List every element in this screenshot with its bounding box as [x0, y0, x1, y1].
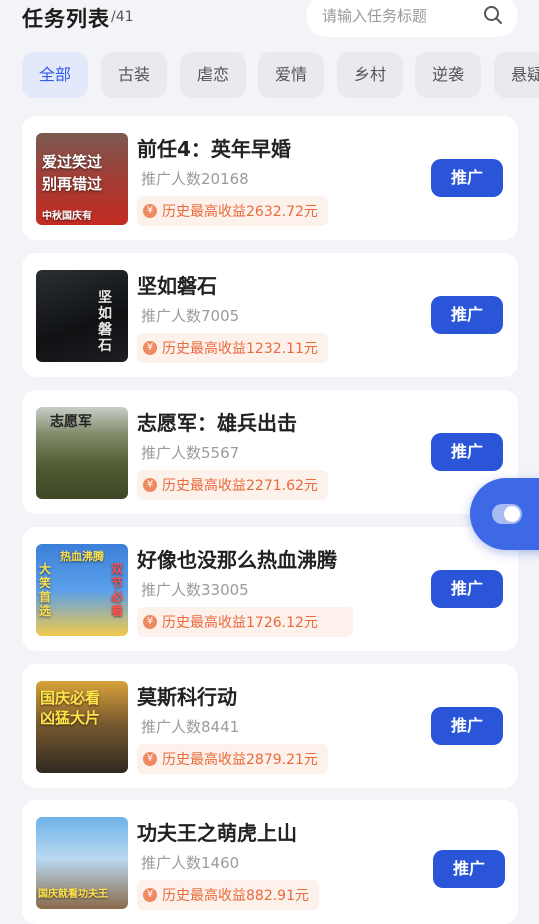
task-title: 志愿军：雄兵出击: [137, 411, 297, 435]
promoter-count: 推广人数8441: [141, 718, 240, 736]
tab-costume[interactable]: 古装: [101, 52, 167, 98]
toggle-icon: [492, 504, 522, 524]
task-card[interactable]: 国庆就看功夫王 功夫王之萌虎上山 推广人数1460 ¥ 历史最高收益882.91…: [22, 800, 518, 924]
earnings-badge: ¥ 历史最高收益1726.12元: [137, 607, 353, 637]
yen-icon: ¥: [143, 341, 157, 355]
tab-comeback[interactable]: 逆袭: [415, 52, 481, 98]
poster-text: 凶猛大片: [40, 709, 101, 727]
earnings-badge: ¥ 历史最高收益1232.11元: [137, 333, 328, 363]
header: 任务列表 /41 请输入任务标题: [0, 0, 539, 40]
task-card[interactable]: 志愿军 志愿军：雄兵出击 推广人数5567 ¥ 历史最高收益2271.62元 推…: [22, 390, 518, 514]
promoter-count: 推广人数7005: [141, 307, 240, 325]
category-tabs: 全部 古装 虐恋 爱情 乡村 逆袭 悬疑: [0, 52, 539, 98]
earnings-text: 历史最高收益1232.11元: [162, 341, 318, 357]
task-count: /41: [111, 9, 134, 25]
yen-icon: ¥: [143, 204, 157, 218]
promoter-count: 推广人数1460: [141, 854, 240, 872]
tab-all[interactable]: 全部: [22, 52, 88, 98]
earnings-text: 历史最高收益2271.62元: [162, 478, 318, 494]
toggle-knob: [504, 506, 520, 522]
task-card[interactable]: 坚如磐石 坚如磐石 推广人数7005 ¥ 历史最高收益1232.11元 推广: [22, 253, 518, 377]
tab-suspense[interactable]: 悬疑: [494, 52, 539, 98]
poster-text: 志愿军: [50, 414, 92, 430]
tab-romance[interactable]: 爱情: [258, 52, 324, 98]
yen-icon: ¥: [143, 478, 157, 492]
promoter-count: 推广人数33005: [141, 581, 249, 599]
task-title: 好像也没那么热血沸腾: [137, 548, 337, 572]
yen-icon: ¥: [143, 752, 157, 766]
page-title: 任务列表: [22, 7, 110, 31]
promoter-count: 推广人数5567: [141, 444, 240, 462]
task-title: 功夫王之萌虎上山: [137, 821, 297, 845]
poster-image: 坚如磐石: [36, 270, 128, 362]
promote-button[interactable]: 推广: [431, 433, 503, 471]
task-card[interactable]: 爱过笑过 别再错过 中秋国庆有 前任4：英年早婚 推广人数20168 ¥ 历史最…: [22, 116, 518, 240]
poster-text: 爱过笑过: [42, 153, 103, 171]
search-input[interactable]: 请输入任务标题: [322, 5, 427, 26]
task-title: 坚如磐石: [137, 274, 217, 298]
search-bar[interactable]: 请输入任务标题: [306, 0, 518, 37]
promote-button[interactable]: 推广: [431, 159, 503, 197]
yen-icon: ¥: [143, 615, 157, 629]
poster-text: 国庆必看: [40, 689, 101, 707]
tab-rural[interactable]: 乡村: [337, 52, 403, 98]
search-icon[interactable]: [483, 5, 503, 25]
earnings-badge: ¥ 历史最高收益2879.21元: [137, 744, 328, 774]
poster-image: 国庆必看 凶猛大片: [36, 681, 128, 773]
yen-icon: ¥: [143, 888, 157, 902]
tab-tragic-romance[interactable]: 虐恋: [180, 52, 246, 98]
poster-text: 大笑首选: [39, 562, 52, 618]
poster-image: 国庆就看功夫王: [36, 817, 128, 909]
earnings-text: 历史最高收益2632.72元: [162, 204, 318, 220]
promote-button[interactable]: 推广: [431, 570, 503, 608]
earnings-badge: ¥ 历史最高收益2271.62元: [137, 470, 328, 500]
task-title: 前任4：英年早婚: [137, 137, 291, 161]
poster-image: 爱过笑过 别再错过 中秋国庆有: [36, 133, 128, 225]
promote-button[interactable]: 推广: [433, 850, 505, 888]
task-card[interactable]: 国庆必看 凶猛大片 莫斯科行动 推广人数8441 ¥ 历史最高收益2879.21…: [22, 664, 518, 788]
poster-image: 热血沸腾 大笑首选 双节必看: [36, 544, 128, 636]
earnings-text: 历史最高收益882.91元: [162, 888, 309, 904]
poster-text: 热血沸腾: [60, 550, 104, 563]
poster-text: 坚如磐石: [98, 290, 112, 354]
poster-text: 国庆就看功夫王: [38, 889, 108, 900]
task-title: 莫斯科行动: [137, 685, 237, 709]
poster-text: 别再错过: [42, 175, 103, 193]
earnings-badge: ¥ 历史最高收益882.91元: [137, 880, 319, 910]
poster-text: 双节必看: [111, 562, 124, 618]
earnings-badge: ¥ 历史最高收益2632.72元: [137, 196, 328, 226]
promoter-count: 推广人数20168: [141, 170, 249, 188]
poster-text: 中秋国庆有: [42, 211, 92, 222]
floating-toggle-button[interactable]: [470, 478, 539, 550]
earnings-text: 历史最高收益1726.12元: [162, 615, 318, 631]
poster-image: 志愿军: [36, 407, 128, 499]
promote-button[interactable]: 推广: [431, 707, 503, 745]
task-card[interactable]: 热血沸腾 大笑首选 双节必看 好像也没那么热血沸腾 推广人数33005 ¥ 历史…: [22, 527, 518, 651]
promote-button[interactable]: 推广: [431, 296, 503, 334]
earnings-text: 历史最高收益2879.21元: [162, 752, 318, 768]
